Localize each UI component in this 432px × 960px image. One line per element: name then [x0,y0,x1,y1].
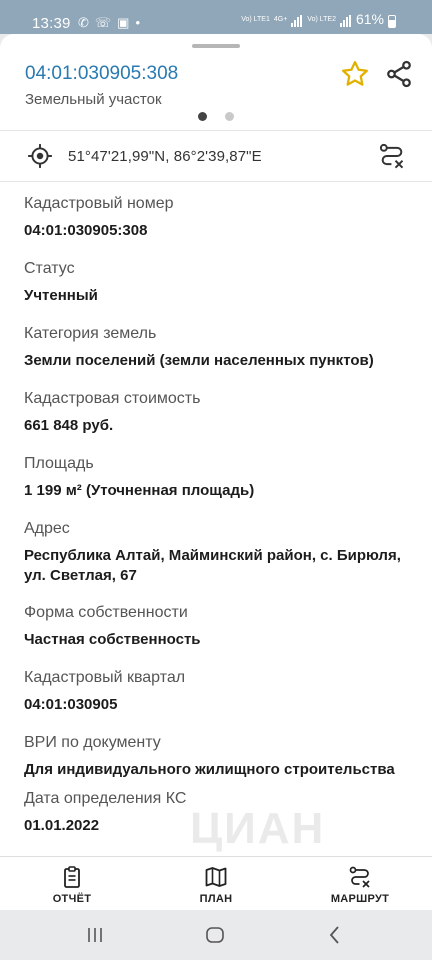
field-land-category: Категория земель Земли поселений (земли … [24,324,416,389]
signal-icon [291,15,303,27]
share-icon[interactable] [384,59,414,89]
status-bar: 13:39 ✆ ☏ ▣ • Vo) LTE1 4G+ Vo) LTE2 61% [0,0,432,34]
system-icons: Vo) LTE1 4G+ Vo) LTE2 61% [241,11,396,28]
field-label: ВРИ по документу [24,734,161,751]
nav-route[interactable]: МАРШРУТ [288,857,432,910]
field-permitted-use: ВРИ по документу Для индивидуального жил… [24,733,416,789]
nav-route-label: МАРШРУТ [330,893,390,905]
recent-apps-icon[interactable] [86,924,104,946]
notification-icons: ✆ ☏ ▣ • [78,15,146,31]
field-value: Земли поселений (земли населенных пункто… [24,352,374,369]
field-label: Площадь [24,455,94,472]
star-icon[interactable] [340,59,370,89]
field-label: Категория земель [24,325,157,342]
battery-icon [388,15,396,28]
field-status: Статус Учтенный [24,259,416,324]
page-title: 04:01:030905:308 [25,63,179,84]
field-address: Адрес Республика Алтай, Майминский район… [24,519,416,603]
missed-call-icon: ☏ [94,15,112,30]
field-cadastral-number: Кадастровый номер 04:01:030905:308 [24,194,416,259]
field-label: Кадастровый номер [24,195,174,212]
clipboard-icon [64,866,80,888]
dot-icon: • [135,15,141,30]
field-value: 661 848 руб. [24,417,114,434]
sim2-label: Vo) LTE2 [307,16,336,23]
field-area: Площадь 1 199 м² (Уточненная площадь) [24,454,416,519]
nav-report[interactable]: ОТЧЁТ [0,857,144,910]
field-value[interactable]: 04:01:030905 [24,695,416,715]
map-icon [205,867,227,887]
coordinates-text[interactable]: 51°47'21,99"N, 86°2'39,87"E [68,148,262,165]
bottom-navigation: ОТЧЁТ ПЛАН МАРШРУТ [0,856,432,910]
property-fields: Кадастровый номер 04:01:030905:308 Стату… [24,194,416,854]
field-value[interactable]: 04:01:030905:308 [24,221,416,241]
field-label: Адрес [24,520,70,537]
field-value: 1 199 м² (Уточненная площадь) [24,482,255,499]
signal-icon-2 [339,15,352,27]
field-value: Для индивидуального жилищного строительс… [24,761,395,778]
nav-plan-label: ПЛАН [199,893,233,905]
field-label: Кадастровая стоимость [24,390,201,407]
battery-percent: 61% [355,11,384,27]
route-icon [349,866,370,888]
call-icon: ✆ [78,15,89,30]
field-value: Учтенный [24,287,98,304]
nav-report-label: ОТЧЁТ [52,893,92,905]
field-ownership-form: Форма собственности Частная собственност… [24,603,416,668]
gallery-icon: ▣ [117,15,130,30]
field-label: Статус [24,260,75,277]
coordinates-row: 51°47'21,99"N, 86°2'39,87"E [0,130,432,182]
drag-handle[interactable] [192,44,240,48]
location-target-icon[interactable] [27,143,53,169]
network-label: 4G+ [273,16,288,23]
field-cadastral-quarter: Кадастровый квартал 04:01:030905 [24,668,416,733]
page-dot-2[interactable] [225,112,234,121]
home-icon[interactable] [204,924,226,946]
watermark-logo: ЦИАН [190,804,326,853]
nav-plan[interactable]: ПЛАН [144,857,288,910]
field-value[interactable]: Республика Алтай, Майминский район, с. Б… [24,546,416,586]
status-time: 13:39 [32,15,71,32]
page-indicator [198,112,234,121]
route-icon[interactable] [378,141,406,171]
field-value: Частная собственность [24,631,201,648]
sim1-label: Vo) LTE1 [241,16,270,23]
system-navigation-bar [0,910,432,960]
field-label: Кадастровый квартал [24,669,186,686]
page-dot-1[interactable] [198,112,207,121]
field-label: Форма собственности [24,604,188,621]
page-subtitle: Земельный участок [25,91,162,108]
back-icon[interactable] [326,924,344,946]
field-cadastral-value: Кадастровая стоимость 661 848 руб. [24,389,416,454]
details-sheet: 04:01:030905:308 Земельный участок 51°47… [0,34,432,910]
